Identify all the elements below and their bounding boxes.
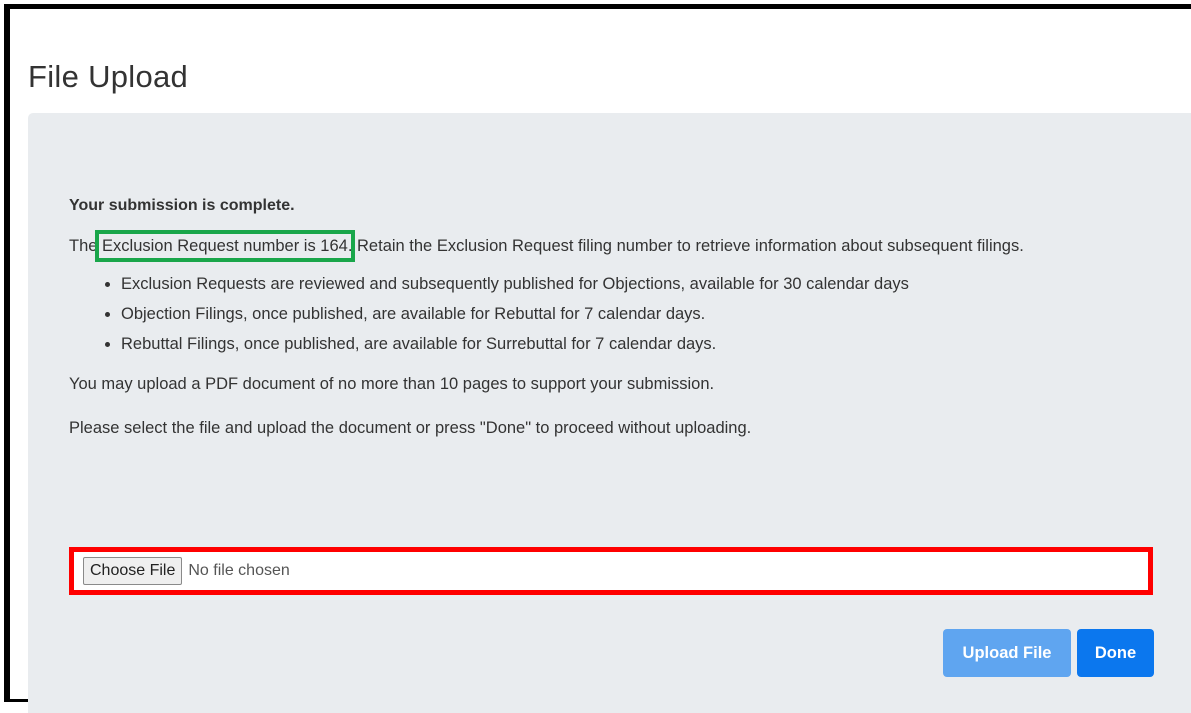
file-input-highlight: Choose File No file chosen xyxy=(69,547,1153,595)
submission-message: Your submission is complete. The Exclusi… xyxy=(69,197,1159,443)
instructions-text: Please select the file and upload the do… xyxy=(69,419,752,437)
request-number-paragraph: The Exclusion Request number is 164. Ret… xyxy=(69,230,1159,262)
list-item: Objection Filings, once published, are a… xyxy=(121,299,1159,329)
list-item: Rebuttal Filings, once published, are av… xyxy=(121,329,1159,359)
completion-heading: Your submission is complete. xyxy=(69,197,295,214)
file-status-text: No file chosen xyxy=(188,562,290,579)
done-button[interactable]: Done xyxy=(1077,629,1154,677)
upload-panel: Your submission is complete. The Exclusi… xyxy=(28,113,1191,713)
upload-file-button[interactable]: Upload File xyxy=(943,629,1071,677)
page-title: File Upload xyxy=(28,59,189,94)
request-number-highlight: Exclusion Request number is 164 xyxy=(95,230,355,262)
list-item: Exclusion Requests are reviewed and subs… xyxy=(121,269,1159,299)
filing-rules-list: Exclusion Requests are reviewed and subs… xyxy=(69,269,1159,359)
upload-info-text: You may upload a PDF document of no more… xyxy=(69,375,715,393)
request-line-suffix: . Retain the Exclusion Request filing nu… xyxy=(347,237,1024,255)
window-frame: File Upload Your submission is complete.… xyxy=(4,4,1191,713)
request-line-prefix: The xyxy=(69,237,103,255)
choose-file-button[interactable]: Choose File xyxy=(83,557,183,585)
